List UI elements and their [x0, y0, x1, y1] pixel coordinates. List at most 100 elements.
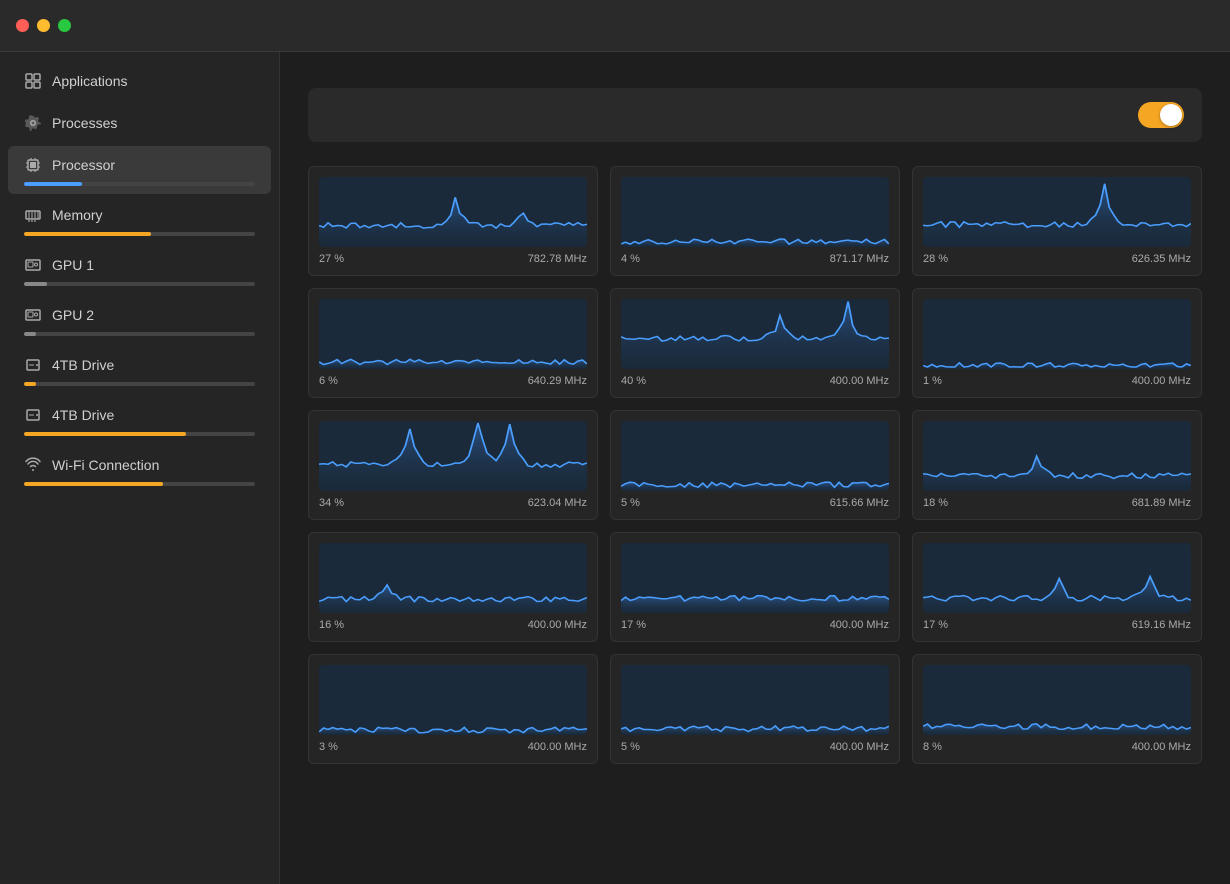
- sidebar-label-wifi: Wi-Fi Connection: [52, 457, 159, 473]
- core-percent-13: 5 %: [621, 741, 640, 753]
- cpu-graph-1: [621, 177, 889, 247]
- core-freq-1: 871.17 MHz: [830, 253, 889, 265]
- sidebar-item-wifi[interactable]: Wi-Fi Connection: [8, 446, 271, 494]
- cpu-core-card-9: 16 %400.00 MHz: [308, 532, 598, 642]
- sidebar-label-processor: Processor: [52, 157, 115, 173]
- processes-icon: [24, 114, 42, 132]
- progress-bar-processor: [24, 182, 255, 186]
- core-freq-10: 400.00 MHz: [830, 619, 889, 631]
- wifi-icon: [24, 456, 42, 474]
- drive1-icon: [24, 356, 42, 374]
- main-layout: ApplicationsProcesses Processor Memory GPU …: [0, 52, 1230, 884]
- sidebar-item-gpu1[interactable]: GPU 1: [8, 246, 271, 294]
- sidebar-item-gpu2[interactable]: GPU 2: [8, 296, 271, 344]
- cpu-core-card-7: 5 %615.66 MHz: [610, 410, 900, 520]
- gpu1-icon: [24, 256, 42, 274]
- cpu-core-card-13: 5 % 400.00 MHz: [610, 654, 900, 764]
- close-button[interactable]: [16, 19, 29, 32]
- core-percent-12: 3 %: [319, 741, 338, 753]
- cpu-graph-14: [923, 665, 1191, 735]
- minimize-button[interactable]: [37, 19, 50, 32]
- sidebar-label-drive1: 4TB Drive: [52, 357, 114, 373]
- cpu-core-card-8: 18 % 681.89 MHz: [912, 410, 1202, 520]
- progress-bar-gpu1: [24, 282, 255, 286]
- cpu-core-card-0: 27 %782.78 MHz: [308, 166, 598, 276]
- cpu-core-card-1: 4 % 871.17 MHz: [610, 166, 900, 276]
- cpu-graph-10: [621, 543, 889, 613]
- sidebar-item-processor[interactable]: Processor: [8, 146, 271, 194]
- cpu-grid: 27 %782.78 MHz 4 % 871.17 MHz: [308, 166, 1202, 764]
- titlebar: [0, 0, 1230, 52]
- progress-fill-processor: [24, 182, 82, 186]
- sidebar-label-drive2: 4TB Drive: [52, 407, 114, 423]
- progress-fill-memory: [24, 232, 151, 236]
- content-area: 27 %782.78 MHz 4 % 871.17 MHz: [280, 52, 1230, 884]
- core-freq-0: 782.78 MHz: [528, 253, 587, 265]
- progress-bar-gpu2: [24, 332, 255, 336]
- progress-fill-gpu1: [24, 282, 47, 286]
- core-percent-6: 34 %: [319, 497, 344, 509]
- core-freq-11: 619.16 MHz: [1132, 619, 1191, 631]
- core-percent-14: 8 %: [923, 741, 942, 753]
- core-percent-1: 4 %: [621, 253, 640, 265]
- sidebar-item-drive1[interactable]: 4TB Drive: [8, 346, 271, 394]
- logical-cpu-toggle[interactable]: [1138, 102, 1184, 128]
- core-freq-12: 400.00 MHz: [528, 741, 587, 753]
- progress-fill-drive1: [24, 382, 36, 386]
- cpu-core-card-3: 6 %640.29 MHz: [308, 288, 598, 398]
- cpu-graph-3: [319, 299, 587, 369]
- cpu-graph-11: [923, 543, 1191, 613]
- core-freq-13: 400.00 MHz: [830, 741, 889, 753]
- sidebar-item-drive2[interactable]: 4TB Drive: [8, 396, 271, 444]
- cpu-core-card-5: 1 % 400.00 MHz: [912, 288, 1202, 398]
- cpu-graph-13: [621, 665, 889, 735]
- gpu2-icon: [24, 306, 42, 324]
- cpu-graph-12: [319, 665, 587, 735]
- progress-bar-drive2: [24, 432, 255, 436]
- cpu-core-card-10: 17 % 400.00 MHz: [610, 532, 900, 642]
- sidebar-item-applications[interactable]: Applications: [8, 62, 271, 102]
- cpu-graph-2: [923, 177, 1191, 247]
- cpu-core-card-4: 40 %400.00 MHz: [610, 288, 900, 398]
- core-freq-14: 400.00 MHz: [1132, 741, 1191, 753]
- sidebar-item-memory[interactable]: Memory: [8, 196, 271, 244]
- core-freq-5: 400.00 MHz: [1132, 375, 1191, 387]
- cpu-graph-0: [319, 177, 587, 247]
- maximize-button[interactable]: [58, 19, 71, 32]
- core-percent-5: 1 %: [923, 375, 942, 387]
- progress-bar-wifi: [24, 482, 255, 486]
- options-card: [308, 88, 1202, 142]
- progress-fill-drive2: [24, 432, 186, 436]
- cpu-core-card-12: 3 % 400.00 MHz: [308, 654, 598, 764]
- core-percent-8: 18 %: [923, 497, 948, 509]
- cpu-core-card-14: 8 % 400.00 MHz: [912, 654, 1202, 764]
- sidebar-item-processes[interactable]: Processes: [8, 104, 271, 144]
- core-freq-4: 400.00 MHz: [830, 375, 889, 387]
- core-percent-10: 17 %: [621, 619, 646, 631]
- core-percent-2: 28 %: [923, 253, 948, 265]
- core-percent-11: 17 %: [923, 619, 948, 631]
- core-freq-3: 640.29 MHz: [528, 375, 587, 387]
- cpu-graph-7: [621, 421, 889, 491]
- sidebar: ApplicationsProcesses Processor Memory GPU …: [0, 52, 280, 884]
- memory-icon: [24, 206, 42, 224]
- processor-icon: [24, 156, 42, 174]
- core-freq-6: 623.04 MHz: [528, 497, 587, 509]
- core-freq-9: 400.00 MHz: [528, 619, 587, 631]
- progress-fill-gpu2: [24, 332, 36, 336]
- sidebar-label-gpu2: GPU 2: [52, 307, 94, 323]
- cpu-core-card-2: 28 % 626.35 MHz: [912, 166, 1202, 276]
- cpu-graph-9: [319, 543, 587, 613]
- cpu-graph-4: [621, 299, 889, 369]
- window-controls[interactable]: [16, 19, 71, 32]
- sidebar-label-memory: Memory: [52, 207, 103, 223]
- applications-icon: [24, 72, 42, 90]
- progress-fill-wifi: [24, 482, 163, 486]
- drive2-icon: [24, 406, 42, 424]
- cpu-core-card-11: 17 % 619.16 MHz: [912, 532, 1202, 642]
- core-freq-8: 681.89 MHz: [1132, 497, 1191, 509]
- progress-bar-drive1: [24, 382, 255, 386]
- cpu-graph-5: [923, 299, 1191, 369]
- cpu-core-card-6: 34 % 623.04 MHz: [308, 410, 598, 520]
- core-freq-2: 626.35 MHz: [1132, 253, 1191, 265]
